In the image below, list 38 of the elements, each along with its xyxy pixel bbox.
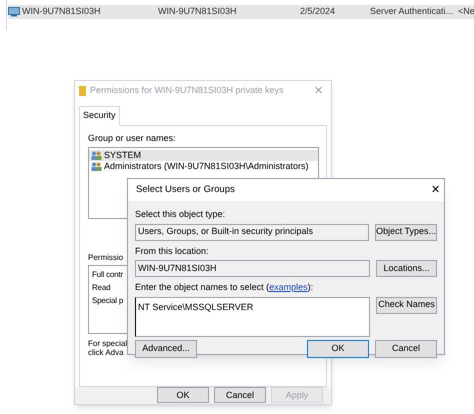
window-title: Permissions for WIN-9U7N81SI03H private keys (90, 84, 284, 98)
list-item-text: Administrators (WIN-9U7N81SI03H\Administrators) (104, 160, 309, 173)
field-label: Enter the object names to select (examples): (135, 281, 314, 294)
list-row[interactable]: WIN-9U7N81SI03H WIN-9U7N81SI03H 2/5/2024 Server Authenticati... <Ne (8, 5, 474, 19)
note-text: click Adva (88, 348, 124, 357)
window-title: Select Users or Groups (136, 182, 235, 197)
table-cell-text: Server Authenticati... (370, 5, 454, 18)
table-cell-text: 2/5/2024 (300, 5, 336, 18)
list-item-text: SYSTEM (104, 148, 142, 162)
table-cell-text: WIN-9U7N81SI03H (22, 5, 102, 18)
close-button[interactable]: ✕ (431, 182, 440, 198)
field-label: Select this object type: (135, 208, 226, 221)
dialog-button[interactable]: Check Names (376, 296, 437, 314)
dialog-button[interactable]: Cancel (375, 340, 437, 358)
dialog-button[interactable]: Advanced... (135, 340, 197, 358)
table-cell-text: <Ne (458, 5, 474, 18)
read-only-field: Users, Groups, or Built-in security principals (135, 224, 370, 240)
field-label: From this location: (135, 244, 209, 258)
list-item[interactable]: SYSTEM (89, 150, 318, 161)
dialog-button[interactable]: Locations... (376, 260, 437, 277)
note-text: For special (88, 339, 128, 348)
read-only-field: WIN-9U7N81SI03H (135, 260, 370, 277)
link[interactable]: examples (269, 282, 308, 292)
field-label: Group or user names: (88, 132, 177, 145)
users-icon (91, 151, 102, 160)
dialog-button[interactable]: Cancel (214, 387, 266, 404)
users-icon (91, 162, 102, 171)
text-input[interactable]: NT Service\MSSQLSERVER (135, 296, 370, 336)
permission-name: Full contr (92, 269, 123, 281)
permission-name: Special p (92, 295, 124, 307)
table-cell-text: WIN-9U7N81SI03H (158, 5, 238, 18)
field-label: Permissio (88, 252, 124, 264)
dialog-button[interactable]: OK (307, 340, 369, 358)
dialog-button[interactable]: OK (157, 387, 209, 404)
permission-name: Read (92, 282, 110, 294)
tab[interactable]: Security (79, 106, 120, 126)
list-item[interactable]: Administrators (WIN-9U7N81SI03H\Administrators) (89, 161, 318, 172)
dialog-button[interactable]: Object Types... (375, 224, 437, 240)
